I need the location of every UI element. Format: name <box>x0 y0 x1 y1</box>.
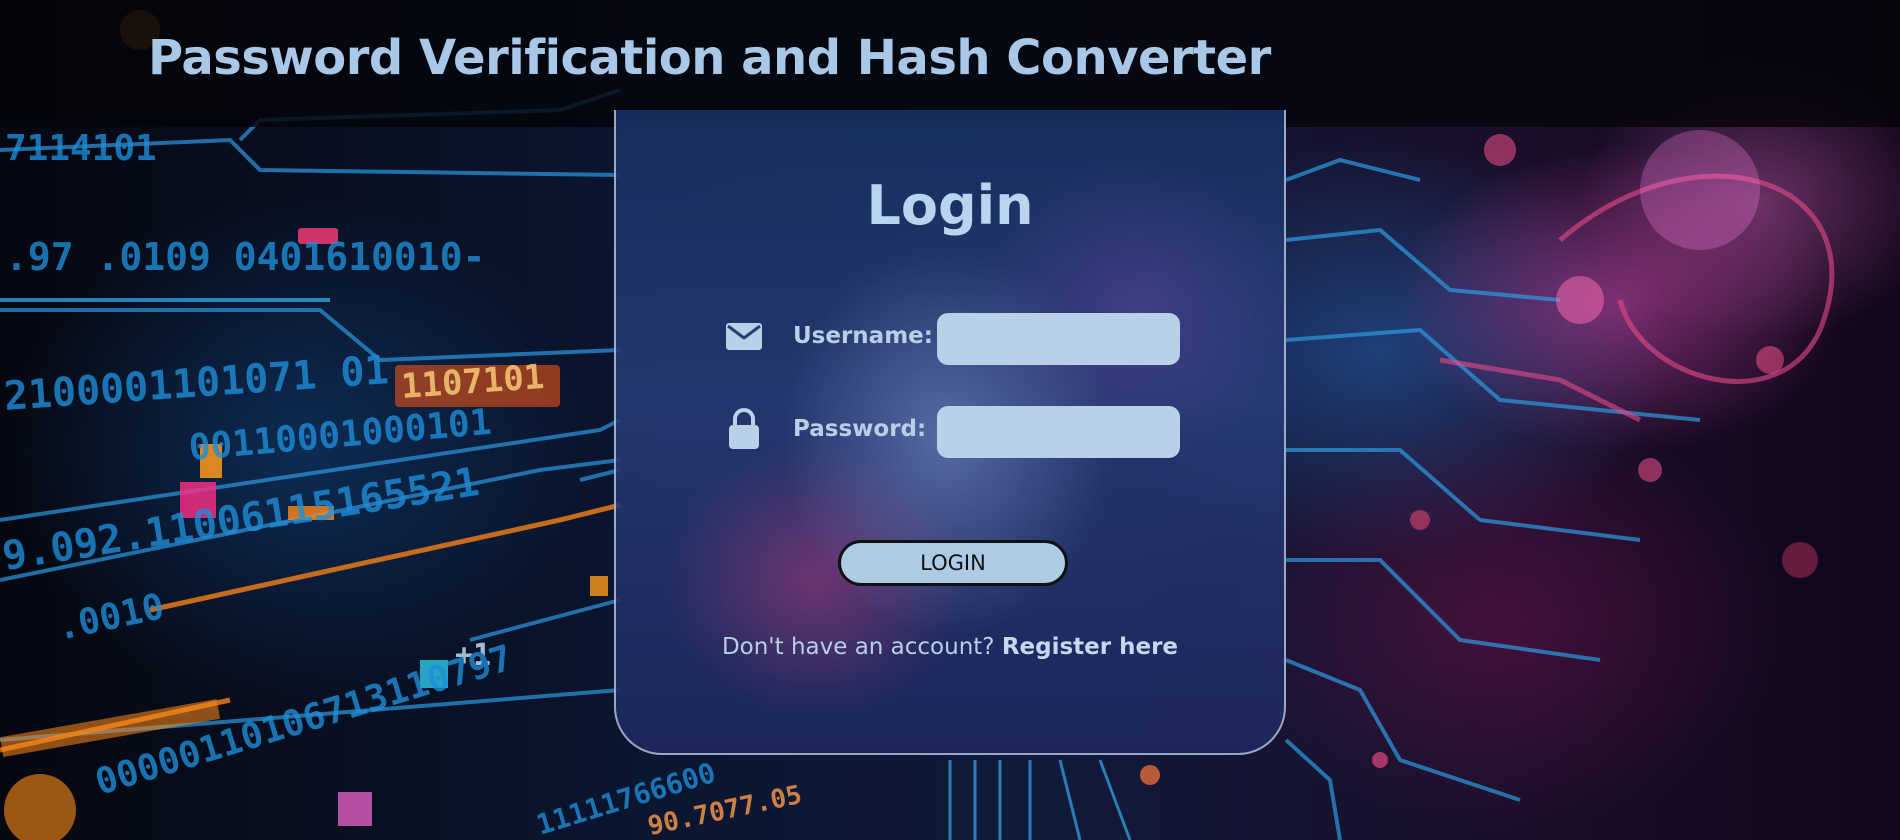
code-text: 7114101 <box>5 128 157 169</box>
lock-icon <box>724 406 764 449</box>
username-input[interactable] <box>937 313 1180 365</box>
page-title: Password Verification and Hash Converter <box>148 30 1271 86</box>
code-text: 00110001000101 <box>187 402 493 469</box>
code-text: 9.092.11006115165521 <box>0 459 482 580</box>
username-label: Username: <box>793 323 933 349</box>
code-text: 2100001101071 01 <box>2 347 390 420</box>
code-text: .97 .0109 0401610010- <box>5 235 485 279</box>
code-text: .0010 <box>53 586 168 649</box>
login-card: Login Username: Password: LOGIN Don't ha… <box>614 110 1286 755</box>
register-prompt-text: Don't have an account? <box>721 634 1002 660</box>
password-label: Password: <box>793 416 927 442</box>
login-button[interactable]: LOGIN <box>838 540 1068 586</box>
register-prompt: Don't have an account? Register here <box>616 634 1284 660</box>
header-bar: Password Verification and Hash Converter <box>0 0 1900 127</box>
envelope-icon <box>724 316 764 356</box>
login-heading: Login <box>866 174 1034 237</box>
password-input[interactable] <box>937 406 1180 458</box>
register-link[interactable]: Register here <box>1002 634 1178 660</box>
